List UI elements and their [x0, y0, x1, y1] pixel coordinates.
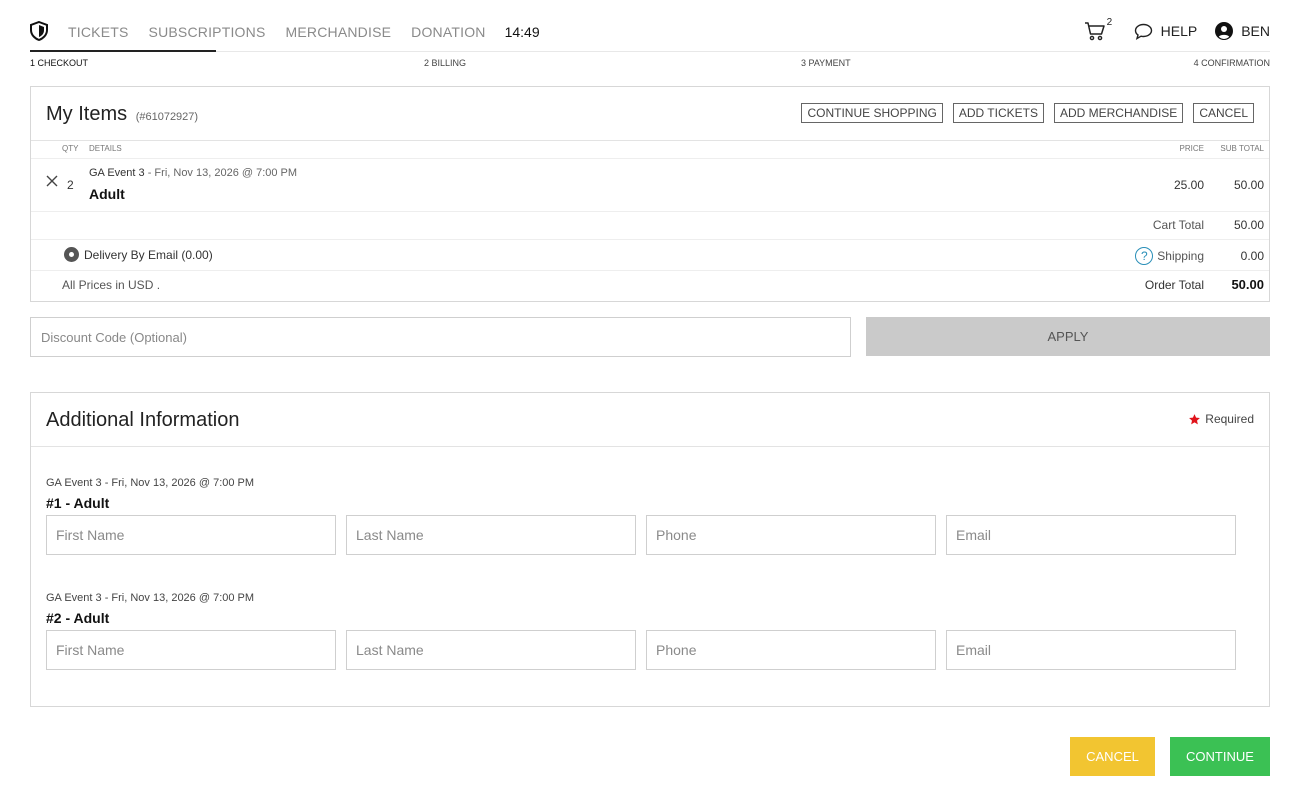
shipping-label: Shipping — [1157, 249, 1204, 263]
divider — [31, 211, 1269, 212]
continue-shopping-button[interactable]: CONTINUE SHOPPING — [801, 103, 943, 123]
col-subtotal: SUB TOTAL — [1220, 144, 1264, 153]
add-tickets-button[interactable]: ADD TICKETS — [952, 103, 1044, 123]
step-confirmation: 4 CONFIRMATION — [1193, 58, 1270, 68]
cart-icon — [1084, 22, 1105, 41]
item-qty: 2 — [67, 178, 74, 192]
email-field[interactable] — [946, 630, 1236, 670]
radio-selected-icon[interactable] — [64, 247, 79, 262]
chat-bubble-icon — [1134, 23, 1152, 40]
phone-field[interactable] — [646, 630, 936, 670]
my-items-title: My Items — [46, 103, 128, 125]
required-note: Required — [1188, 412, 1254, 426]
nav-subscriptions[interactable]: SUBSCRIPTIONS — [149, 24, 266, 40]
item-event-datetime: - Fri, Nov 13, 2026 @ 7:00 PM — [144, 167, 298, 179]
order-total-value: 50.00 — [1231, 277, 1264, 292]
help-label: HELP — [1160, 23, 1198, 39]
cart-count-badge: 2 — [1106, 17, 1113, 28]
guest-block-1: GA Event 3 - Fri, Nov 13, 2026 @ 7:00 PM… — [46, 477, 1246, 555]
guest-event: GA Event 3 - Fri, Nov 13, 2026 @ 7:00 PM — [46, 477, 255, 489]
phone-field[interactable] — [646, 515, 936, 555]
col-details: DETAILS — [89, 144, 122, 153]
col-qty: QTY — [62, 144, 79, 153]
cart-total-value: 50.00 — [1233, 218, 1264, 232]
active-nav-underline — [30, 50, 216, 52]
guest-block-2: GA Event 3 - Fri, Nov 13, 2026 @ 7:00 PM… — [46, 592, 1246, 670]
last-name-field[interactable] — [346, 515, 636, 555]
order-number: (#61072927) — [135, 111, 199, 123]
shield-logo-icon[interactable] — [30, 21, 48, 41]
session-timer: 14:49 — [504, 24, 540, 40]
user-name: BEN — [1241, 23, 1270, 39]
my-items-header: My Items (#61072927) CONTINUE SHOPPING A… — [31, 87, 1269, 141]
user-circle-icon — [1215, 22, 1234, 40]
checkout-steps: 1 CHECKOUT 2 BILLING 3 PAYMENT 4 CONFIRM… — [30, 58, 1270, 70]
guest-label: #1 - Adult — [46, 495, 110, 511]
remove-item-icon[interactable] — [45, 174, 59, 188]
additional-info-title: Additional Information — [46, 409, 240, 431]
required-label: Required — [1205, 412, 1254, 426]
step-checkout: 1 CHECKOUT — [30, 58, 89, 68]
nav-donation[interactable]: DONATION — [411, 24, 485, 40]
discount-code-input[interactable] — [30, 317, 851, 357]
first-name-field[interactable] — [46, 515, 336, 555]
step-payment: 3 PAYMENT — [801, 58, 851, 68]
shipping-value: 0.00 — [1240, 249, 1264, 263]
currency-note: All Prices in USD . — [62, 278, 161, 292]
divider — [31, 158, 1269, 159]
item-price: 25.00 — [1173, 178, 1204, 192]
apply-discount-button[interactable]: APPLY — [866, 317, 1270, 356]
guest-label: #2 - Adult — [46, 610, 110, 626]
additional-info-panel: Additional Information Required GA Event… — [30, 392, 1270, 707]
continue-button[interactable]: CONTINUE — [1170, 737, 1270, 776]
last-name-field[interactable] — [346, 630, 636, 670]
delivery-email-option[interactable]: Delivery By Email (0.00) — [64, 247, 213, 262]
additional-info-header: Additional Information Required — [31, 393, 1269, 447]
item-subtotal: 50.00 — [1233, 178, 1264, 192]
cart-button[interactable]: 2 — [1084, 17, 1112, 42]
nav-merchandise[interactable]: MERCHANDISE — [285, 24, 391, 40]
question-icon[interactable]: ? — [1135, 247, 1154, 265]
item-event: GA Event 3 - Fri, Nov 13, 2026 @ 7:00 PM — [89, 167, 297, 179]
guest-event: GA Event 3 - Fri, Nov 13, 2026 @ 7:00 PM — [46, 592, 255, 604]
divider — [31, 239, 1269, 240]
col-price: PRICE — [1179, 144, 1204, 153]
top-nav: TICKETS SUBSCRIPTIONS MERCHANDISE DONATI… — [30, 0, 1270, 52]
item-ticket-type: Adult — [89, 186, 125, 202]
cart-total-label: Cart Total — [1152, 218, 1204, 232]
cancel-button[interactable]: CANCEL — [1070, 737, 1155, 776]
item-event-name: GA Event 3 — [89, 167, 145, 179]
nav-tickets[interactable]: TICKETS — [68, 24, 129, 40]
cancel-order-button[interactable]: CANCEL — [1193, 103, 1254, 123]
step-billing: 2 BILLING — [424, 58, 467, 68]
order-total-label: Order Total — [1144, 278, 1204, 292]
delivery-label: Delivery By Email (0.00) — [84, 247, 213, 262]
user-menu[interactable]: BEN — [1215, 22, 1270, 40]
help-button[interactable]: HELP — [1134, 23, 1198, 40]
divider — [31, 270, 1269, 271]
star-icon — [1189, 413, 1201, 424]
add-merchandise-button[interactable]: ADD MERCHANDISE — [1053, 103, 1184, 123]
my-items-panel: My Items (#61072927) CONTINUE SHOPPING A… — [30, 86, 1270, 302]
email-field[interactable] — [946, 515, 1236, 555]
first-name-field[interactable] — [46, 630, 336, 670]
